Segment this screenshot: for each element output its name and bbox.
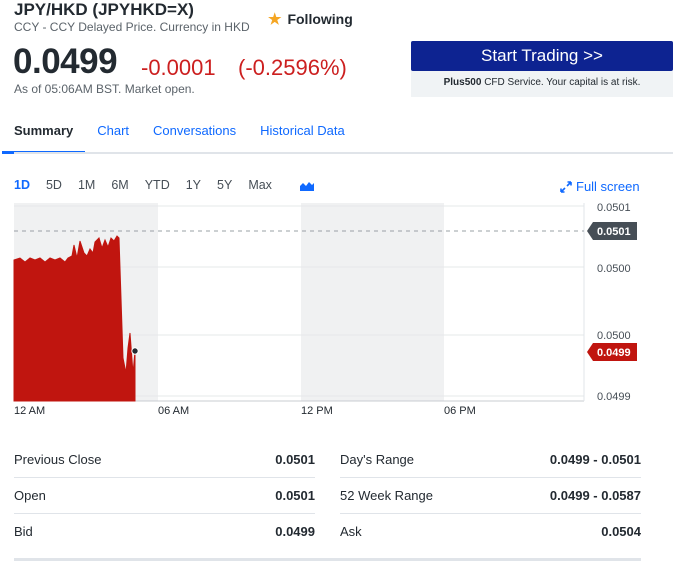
row-divider (340, 477, 641, 478)
tab-divider (14, 152, 673, 154)
stat-value: 0.0501 (275, 488, 315, 503)
range-ytd[interactable]: YTD (137, 178, 178, 192)
stat-label: Bid (14, 524, 33, 539)
ad-brand: Plus500 (443, 77, 482, 88)
y-tick-label: 0.0500 (597, 330, 631, 342)
range-6m[interactable]: 6M (103, 178, 136, 192)
current-price: 0.0499 (13, 42, 118, 81)
previous-close-tag: 0.0501 (587, 222, 637, 240)
y-tick-label: 0.0500 (597, 263, 631, 275)
x-tick-label: 06 PM (444, 405, 476, 417)
following-button[interactable]: ★ Following (268, 11, 353, 27)
y-tick-label: 0.0501 (597, 202, 631, 214)
ad-banner: Start Trading >> Plus500 CFD Service. Yo… (411, 41, 673, 97)
range-1y[interactable]: 1Y (178, 178, 209, 192)
row-divider (340, 513, 641, 514)
chart-series (13, 230, 584, 402)
ad-note-text: CFD Service. Your capital is at risk. (481, 77, 641, 88)
y-tick-label: 0.0499 (597, 391, 631, 403)
tab-historical-data[interactable]: Historical Data (248, 115, 357, 154)
stat-label: Open (14, 488, 46, 503)
x-tick-label: 12 PM (301, 405, 333, 417)
stat-value: 0.0499 (275, 524, 315, 539)
price-change-percent: (-0.2596%) (238, 55, 347, 80)
expand-icon (560, 180, 572, 193)
quote-tabs: Summary Chart Conversations Historical D… (2, 115, 357, 154)
quote-subtitle: CCY - CCY Delayed Price. Currency in HKD (14, 20, 250, 34)
tab-conversations[interactable]: Conversations (141, 115, 248, 154)
price-change: -0.0001 (141, 55, 216, 80)
range-5d[interactable]: 5D (38, 178, 70, 192)
price-area (13, 235, 136, 402)
range-1d[interactable]: 1D (14, 178, 38, 192)
range-selector: 1D 5D 1M 6M YTD 1Y 5Y Max (14, 178, 280, 192)
ad-disclaimer: Plus500 CFD Service. Your capital is at … (411, 77, 673, 88)
start-trading-button[interactable]: Start Trading >> (411, 41, 673, 71)
stat-value: 0.0499 - 0.0501 (549, 452, 641, 467)
area-chart-icon[interactable] (299, 180, 315, 192)
price-chart[interactable]: 0.0501 0.0500 0.0500 0.0499 12 AM 06 AM 12 PM 0… (0, 198, 673, 423)
fullscreen-button[interactable]: Full screen (560, 179, 640, 194)
stat-label: Previous Close (14, 452, 102, 467)
range-1m[interactable]: 1M (70, 178, 103, 192)
row-divider (14, 513, 315, 514)
stat-value: 0.0501 (275, 452, 315, 467)
range-5y[interactable]: 5Y (209, 178, 240, 192)
tab-summary[interactable]: Summary (2, 115, 86, 154)
market-status: As of 05:06AM BST. Market open. (14, 82, 195, 96)
stat-label: 52 Week Range (340, 488, 433, 503)
following-label: Following (287, 11, 353, 27)
stats-bottom-divider (14, 558, 641, 561)
current-price-tag-text: 0.0499 (597, 347, 631, 359)
fullscreen-label: Full screen (576, 179, 640, 194)
star-icon: ★ (268, 10, 282, 28)
page-title: JPY/HKD (JPYHKD=X) (14, 0, 194, 19)
session-band (301, 203, 444, 401)
previous-close-tag-text: 0.0501 (597, 226, 631, 238)
range-max[interactable]: Max (240, 178, 280, 192)
last-price-dot (131, 347, 139, 355)
x-tick-label: 12 AM (14, 405, 45, 417)
stat-label: Ask (340, 524, 362, 539)
row-divider (14, 477, 315, 478)
x-tick-label: 06 AM (158, 405, 189, 417)
stat-value: 0.0504 (601, 524, 641, 539)
current-price-tag: 0.0499 (587, 343, 637, 361)
stat-value: 0.0499 - 0.0587 (549, 488, 641, 503)
tab-chart[interactable]: Chart (85, 115, 141, 154)
stat-label: Day's Range (340, 452, 415, 467)
